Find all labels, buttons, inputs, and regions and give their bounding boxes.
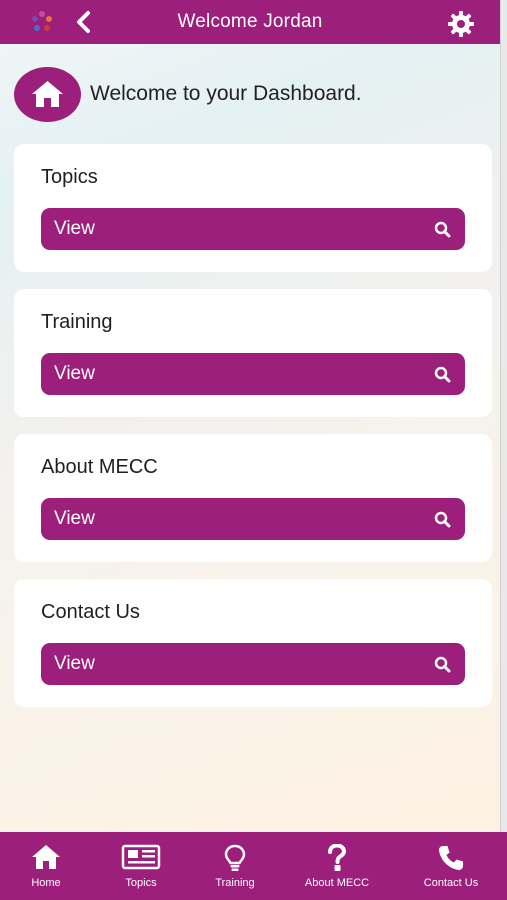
scrollbar[interactable] [500, 0, 507, 832]
card-title: Contact Us [41, 601, 140, 623]
nav-item-home[interactable]: Home [6, 832, 86, 900]
home-badge [14, 67, 81, 122]
about-mecc-view-button[interactable]: View [41, 498, 465, 540]
contact-us-view-button[interactable]: View [41, 643, 465, 685]
card-title: Training [41, 311, 113, 333]
home-icon [32, 81, 63, 107]
nav-label: Topics [125, 877, 157, 889]
nav-item-contact-us[interactable]: Contact Us [408, 832, 494, 900]
home-icon [32, 845, 60, 869]
nav-label: Contact Us [423, 877, 479, 889]
card-contact-us: Contact Us View [14, 579, 492, 707]
card-title: About MECC [41, 456, 158, 478]
question-icon [328, 844, 347, 871]
nav-label: Training [215, 877, 255, 889]
top-bar: Welcome Jordan [0, 0, 500, 44]
view-button-label: View [54, 508, 95, 529]
newspaper-icon [121, 844, 161, 870]
welcome-banner: Welcome to your Dashboard. [14, 67, 494, 123]
gear-icon[interactable] [447, 10, 475, 38]
view-button-label: View [54, 653, 95, 674]
nav-label: Home [31, 877, 61, 889]
card-about-mecc: About MECC View [14, 434, 492, 562]
search-icon [434, 511, 451, 528]
bottom-nav: Home Topics Training About MECC Contact … [0, 832, 507, 900]
training-view-button[interactable]: View [41, 353, 465, 395]
page-title: Welcome Jordan [177, 11, 323, 32]
view-button-label: View [54, 363, 95, 384]
phone-icon [439, 846, 463, 870]
search-icon [434, 656, 451, 673]
nav-label: About MECC [304, 877, 370, 889]
card-topics: Topics View [14, 144, 492, 272]
topics-view-button[interactable]: View [41, 208, 465, 250]
welcome-message: Welcome to your Dashboard. [90, 82, 362, 105]
nav-item-topics[interactable]: Topics [101, 832, 181, 900]
nav-item-about-mecc[interactable]: About MECC [293, 832, 381, 900]
view-button-label: View [54, 218, 95, 239]
lightbulb-icon [224, 844, 246, 871]
search-icon [434, 221, 451, 238]
card-training: Training View [14, 289, 492, 417]
search-icon [434, 366, 451, 383]
card-title: Topics [41, 166, 98, 188]
nav-item-training[interactable]: Training [195, 832, 275, 900]
app-screen: Welcome Jordan Welcome to your Dashboard… [0, 0, 507, 900]
